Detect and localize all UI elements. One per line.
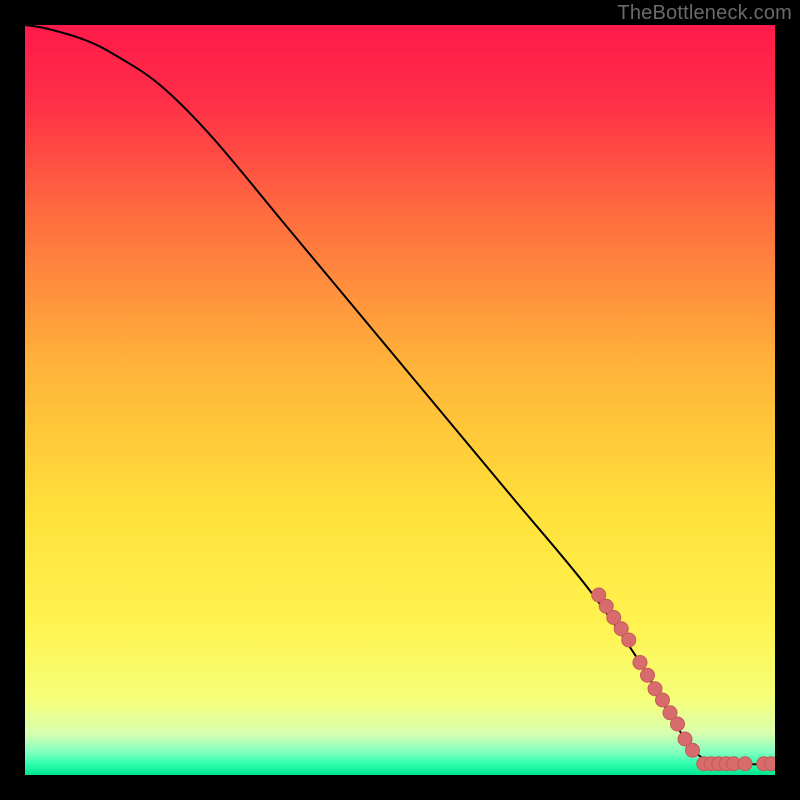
chart-frame: TheBottleneck.com: [0, 0, 800, 800]
chart-svg: [25, 25, 775, 775]
curve-marker: [738, 757, 752, 771]
curve-marker: [641, 668, 655, 682]
curve-marker: [686, 743, 700, 757]
curve-marker: [764, 757, 775, 771]
gradient-background: [25, 25, 775, 775]
plot-area: [25, 25, 775, 775]
curve-marker: [622, 633, 636, 647]
watermark-label: TheBottleneck.com: [617, 2, 792, 25]
curve-marker: [656, 693, 670, 707]
curve-marker: [671, 717, 685, 731]
curve-marker: [633, 656, 647, 670]
